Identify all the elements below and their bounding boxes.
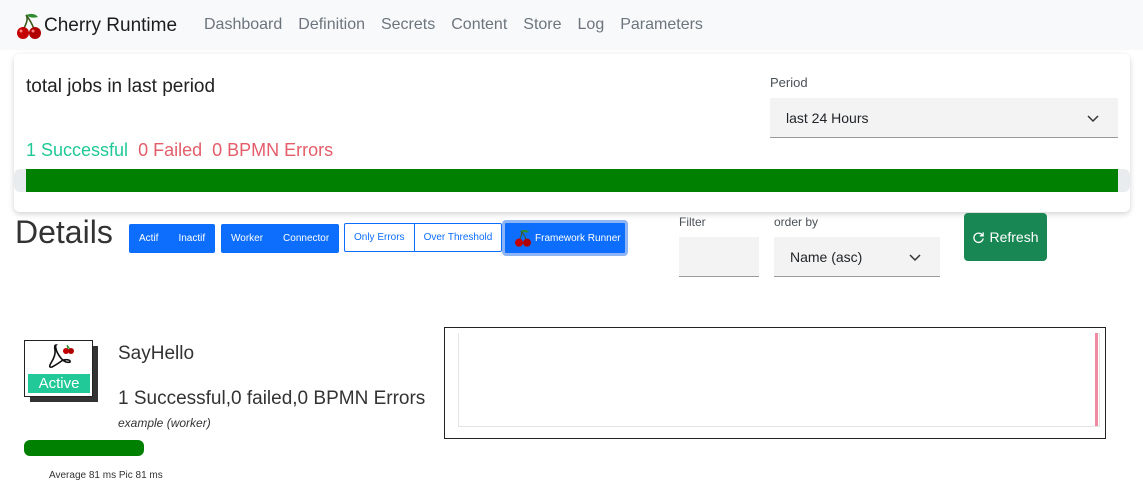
order-by-label: order by [774,215,819,229]
type-filter-group: Worker Connector [221,224,340,253]
pdf-worker-icon [48,344,74,368]
app-title: Cherry Runtime [44,15,178,36]
stats-card: total jobs in last period 1 Successful 0… [14,54,1130,212]
refresh-icon [973,231,985,243]
main-nav: Dashboard Definition Secrets Content Sto… [196,14,711,36]
cherry-logo-icon [17,13,41,39]
order-by-value: Name (asc) [790,248,863,265]
stats-title: total jobs in last period [26,76,216,97]
status-badge: Active [27,373,91,394]
failed-count: 0 Failed [138,140,203,160]
job-success-bar [24,440,144,456]
period-select[interactable]: last 24 Hours [770,98,1118,138]
period-label: Period [770,75,808,90]
status-filter-group: Actif Inactif [129,224,216,253]
job-stats: 1 Successful,0 failed,0 BPMN Errors [118,388,426,409]
framework-runner-button[interactable]: Framework Runner [502,220,628,256]
job-icon-card[interactable]: Active [24,340,98,402]
cherry-icon [515,229,531,247]
bpmn-errors-count: 0 BPMN Errors [212,140,334,160]
successful-count: 1 Successful [26,140,129,160]
nav-log[interactable]: Log [570,14,613,36]
nav-dashboard[interactable]: Dashboard [196,14,290,36]
refresh-button[interactable]: Refresh [964,213,1047,261]
job-chart-marker [1095,333,1098,426]
nav-definition[interactable]: Definition [290,14,373,36]
nav-content[interactable]: Content [443,14,515,36]
error-filter-group: Only Errors Over Threshold [344,223,503,252]
stats-counts: 1 Successful 0 Failed 0 BPMN Errors [26,140,333,161]
details-title: Details [15,214,113,250]
nav-store[interactable]: Store [515,14,569,36]
over-threshold-filter-button[interactable]: Over Threshold [413,223,503,252]
filter-label: Filter [679,215,706,229]
inactif-filter-button[interactable]: Inactif [168,224,216,253]
filter-input[interactable] [679,237,759,277]
refresh-label: Refresh [989,229,1039,245]
job-icon: Active [24,340,93,397]
order-by-select[interactable]: Name (asc) [774,237,940,277]
job-type: example (worker) [118,416,211,430]
job-timing: Average 81 ms Pic 81 ms [49,470,163,481]
period-value: last 24 Hours [786,109,869,126]
only-errors-filter-button[interactable]: Only Errors [344,223,414,252]
chevron-down-icon [1087,115,1099,123]
nav-secrets[interactable]: Secrets [373,14,443,36]
job-chart [444,327,1106,439]
connector-filter-button[interactable]: Connector [273,224,340,253]
job-name: SayHello [118,343,195,364]
job-chart-plot-area [458,333,1100,427]
chevron-down-icon [909,254,921,262]
nav-parameters[interactable]: Parameters [612,14,711,36]
navbar: Cherry Runtime Dashboard Definition Secr… [0,0,1143,50]
actif-filter-button[interactable]: Actif [129,224,169,253]
worker-filter-button[interactable]: Worker [221,224,274,253]
framework-runner-label: Framework Runner [535,232,621,244]
brand-link[interactable]: Cherry Runtime [14,11,177,41]
stats-progress-fill [26,169,1118,192]
